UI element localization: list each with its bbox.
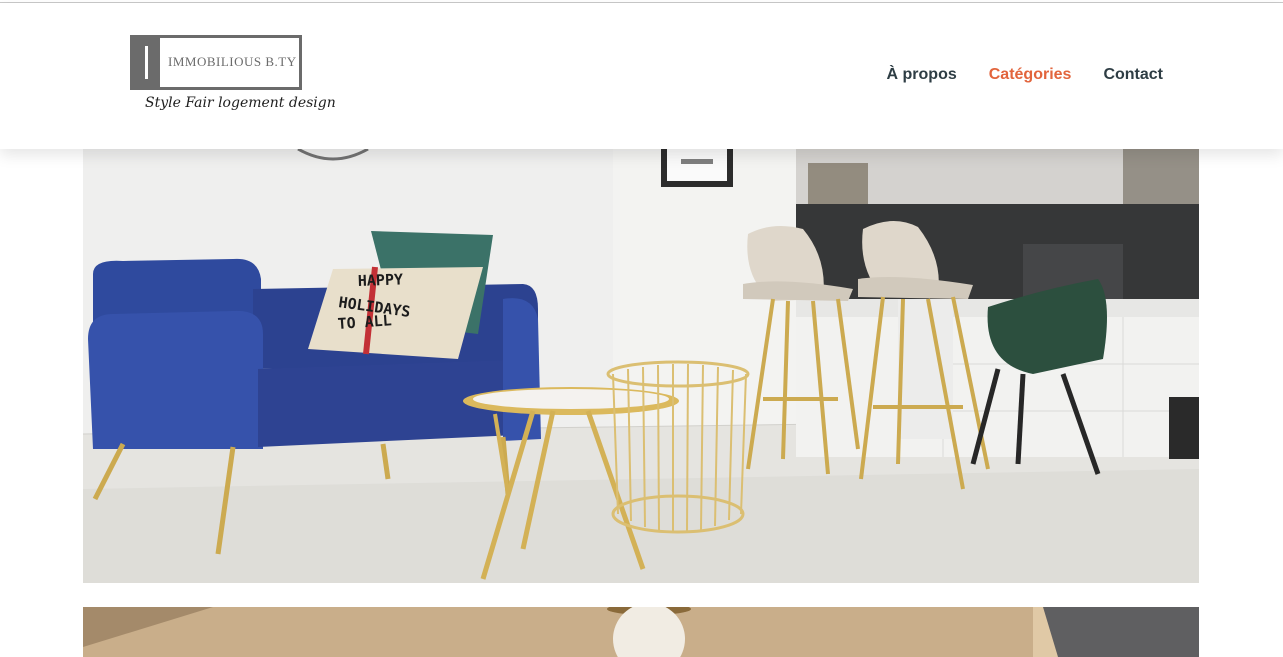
hero-photo-living-room: HAPPY HOLIDAYS TO ALL	[83, 149, 1199, 583]
second-photo-illustration	[83, 607, 1199, 657]
logo-frame: IMMOBILIOUS B.TY	[130, 35, 302, 90]
site-header: IMMOBILIOUS B.TY Style Fair logement des…	[0, 3, 1283, 149]
nav-link-apropos[interactable]: À propos	[887, 66, 957, 84]
logo-tagline: Style Fair logement design	[145, 95, 336, 111]
logo-wordmark: IMMOBILIOUS B.TY	[168, 54, 297, 69]
logo-monogram	[133, 38, 160, 87]
site-logo[interactable]: IMMOBILIOUS B.TY Style Fair logement des…	[130, 35, 336, 121]
second-photo-preview	[83, 607, 1199, 657]
main-nav: À propos Catégories Contact	[887, 66, 1163, 84]
pillow-text-line: HAPPY	[358, 270, 404, 290]
nav-link-categories[interactable]: Catégories	[989, 66, 1072, 84]
pillow-text-line: TO ALL	[337, 311, 392, 333]
nav-link-contact[interactable]: Contact	[1103, 66, 1163, 84]
living-room-illustration: HAPPYHOLIDAYSTO ALL	[83, 149, 1199, 583]
